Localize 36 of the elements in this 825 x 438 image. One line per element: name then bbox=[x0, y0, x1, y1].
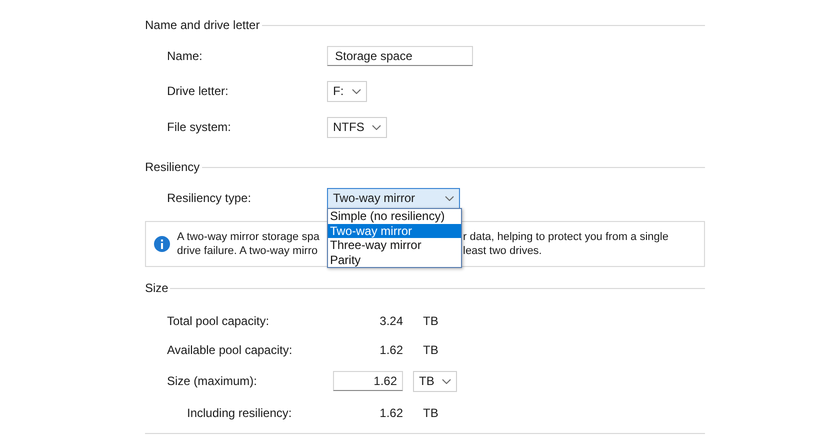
value-text: 3.24 bbox=[378, 314, 403, 328]
select-field[interactable]: NTFS bbox=[327, 116, 388, 138]
chevron-icon bbox=[372, 124, 382, 130]
section-title: Resiliency bbox=[145, 160, 200, 174]
section-title: Name and drive letter bbox=[145, 18, 260, 32]
info-text: r data, helping to protect you from a single bbox=[463, 231, 668, 243]
dropdown-option[interactable]: Simple (no resiliency) bbox=[328, 209, 461, 224]
name-field[interactable]: Storage space bbox=[327, 46, 473, 66]
field-label: Total pool capacity: bbox=[167, 314, 270, 328]
dropdown-option[interactable]: Two-way mirror bbox=[328, 224, 461, 238]
info-text: drive failure. A two-way mirro bbox=[177, 245, 319, 257]
field-label: Including resiliency: bbox=[186, 406, 293, 420]
value-text: 1.62 bbox=[378, 342, 403, 356]
value-text: 1.62 bbox=[378, 406, 403, 420]
field-label: Name: bbox=[167, 49, 204, 63]
unit-text: TB bbox=[423, 314, 438, 328]
chevron-icon bbox=[442, 378, 452, 384]
chevron-icon bbox=[352, 88, 361, 94]
dropdown-option[interactable]: Parity bbox=[328, 252, 461, 267]
chevron-icon bbox=[445, 196, 454, 200]
select-field[interactable]: F: bbox=[327, 80, 367, 102]
section-title: Size bbox=[145, 281, 168, 295]
size-field[interactable]: 1.62 bbox=[333, 371, 403, 391]
info-icon bbox=[154, 236, 170, 252]
info-text: least two drives. bbox=[463, 245, 543, 257]
unit-text: TB bbox=[423, 342, 438, 356]
field-label: Resiliency type: bbox=[167, 191, 252, 205]
info-text: A two-way mirror storage spa bbox=[177, 231, 320, 243]
field-label: File system: bbox=[167, 120, 232, 134]
unit-select[interactable]: TB bbox=[413, 370, 458, 392]
field-label: Drive letter: bbox=[167, 84, 230, 98]
field-label: Available pool capacity: bbox=[167, 342, 294, 356]
field-label: Size (maximum): bbox=[167, 374, 258, 388]
dropdown-option[interactable]: Three-way mirror bbox=[328, 238, 461, 252]
select-field[interactable]: Two-way mirror bbox=[327, 188, 460, 208]
unit-text: TB bbox=[423, 406, 438, 420]
